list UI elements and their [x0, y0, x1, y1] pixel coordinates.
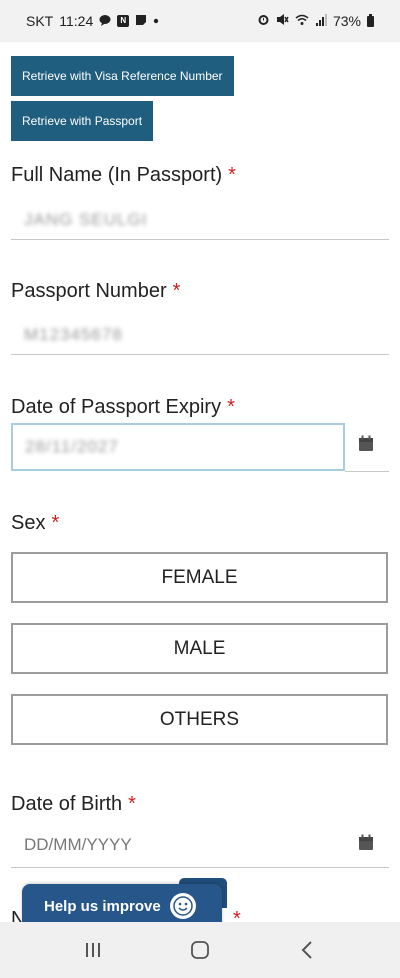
required-mark: *	[233, 908, 241, 922]
feedback-label: Help us improve	[44, 897, 161, 915]
help-us-improve-button[interactable]: Help us improve	[22, 884, 222, 922]
dob-label: Date of Birth *	[11, 793, 136, 816]
recent-apps-icon[interactable]	[73, 930, 113, 970]
retrieve-passport-button[interactable]: Retrieve with Passport	[11, 101, 154, 141]
dot-icon	[153, 16, 159, 27]
clock: 11:24	[59, 13, 94, 29]
passport-number-value: M12345678	[24, 324, 123, 344]
carrier-label: SKT	[26, 13, 54, 29]
status-bar: SKT 11:24 N 73%	[0, 0, 400, 42]
chat-bubble-icon	[99, 14, 111, 29]
passport-number-label-text: Passport Number	[11, 280, 167, 302]
full-name-field[interactable]: JANG SEULGI	[11, 200, 389, 240]
calendar-icon[interactable]	[358, 435, 374, 452]
wifi-icon	[295, 14, 309, 29]
dob-placeholder: DD/MM/YYYY	[24, 834, 132, 854]
sex-option-others[interactable]: OTHERS	[11, 694, 388, 745]
smiley-icon	[170, 893, 196, 919]
passport-expiry-label: Date of Passport Expiry *	[11, 396, 235, 419]
sex-option-male[interactable]: MALE	[11, 623, 388, 674]
sex-label-text: Sex	[11, 512, 46, 534]
required-mark: *	[128, 793, 136, 815]
required-mark: *	[228, 164, 236, 186]
signal-icon	[315, 13, 327, 29]
full-name-value: JANG SEULGI	[24, 209, 148, 229]
passport-expiry-underline	[345, 471, 389, 472]
calendar-icon[interactable]	[358, 834, 374, 851]
system-nav-bar	[0, 922, 400, 978]
home-icon[interactable]	[180, 930, 220, 970]
back-icon[interactable]	[287, 930, 327, 970]
status-right: 73%	[257, 13, 374, 29]
retrieve-visa-button[interactable]: Retrieve with Visa Reference Number	[11, 56, 234, 96]
passport-expiry-field[interactable]: 28/11/2027	[11, 423, 345, 471]
required-mark: *	[227, 396, 235, 418]
required-mark: *	[51, 512, 60, 534]
passport-number-label: Passport Number *	[11, 280, 180, 303]
form-content[interactable]: Retrieve with Visa Reference Number Retr…	[0, 42, 400, 922]
full-name-label-text: Full Name (In Passport)	[11, 164, 223, 186]
full-name-label: Full Name (In Passport) *	[11, 164, 236, 187]
required-mark: *	[172, 280, 181, 302]
sex-label: Sex *	[11, 512, 59, 535]
battery-icon	[367, 13, 374, 27]
sticky-note-icon	[135, 14, 147, 29]
passport-expiry-value: 28/11/2027	[25, 437, 119, 456]
status-left: SKT 11:24 N	[26, 13, 159, 29]
passport-expiry-label-text: Date of Passport Expiry	[11, 396, 222, 418]
dob-field[interactable]: DD/MM/YYYY	[11, 822, 389, 868]
passport-number-field[interactable]: M12345678	[11, 315, 389, 355]
dob-label-text: Date of Birth	[11, 793, 123, 815]
alarm-icon	[257, 13, 270, 29]
battery-percent: 73%	[332, 13, 361, 29]
mute-icon	[276, 13, 289, 29]
sex-option-female[interactable]: FEMALE	[11, 552, 388, 603]
notes-icon: N	[117, 15, 130, 27]
